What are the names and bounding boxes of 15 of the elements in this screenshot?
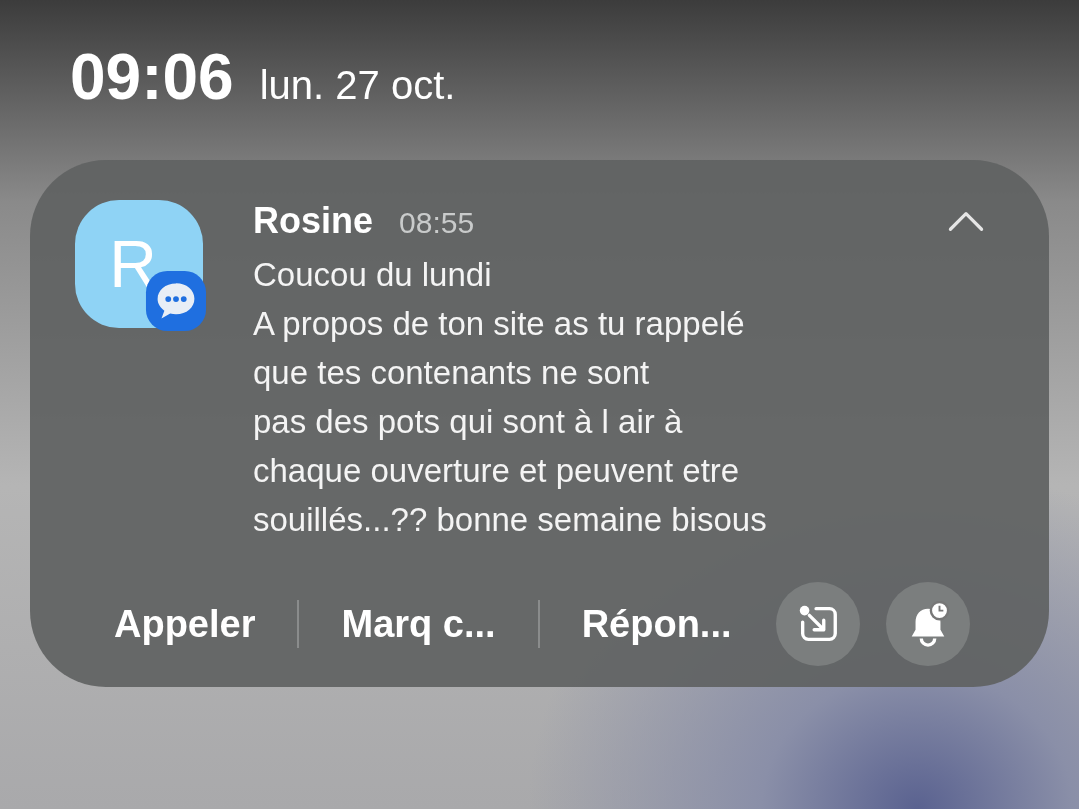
message-line: que tes contenants ne sont [253, 353, 651, 393]
message-line: chaque ouverture et peuvent etre [253, 451, 741, 491]
collapse-chevron-icon[interactable] [947, 210, 985, 232]
message-time: 08:55 [399, 206, 475, 240]
action-button[interactable]: Répon... [577, 602, 736, 646]
message-line: pas des pots qui sont à l air à [253, 402, 684, 442]
message-line: Coucou du lundi [253, 255, 493, 295]
action-button[interactable]: Appeler [110, 602, 260, 646]
message-line: A propos de ton site as tu rappelé [253, 304, 746, 344]
sender-name: Rosine [253, 200, 374, 242]
notification-card[interactable] [30, 160, 1049, 687]
message-line: souillés...?? bonne semaine bisous [253, 500, 768, 540]
clock-time: 09:06 [70, 40, 234, 114]
action-button[interactable]: Marq c... [337, 602, 500, 646]
clock-date: lun. 27 oct. [259, 63, 456, 108]
